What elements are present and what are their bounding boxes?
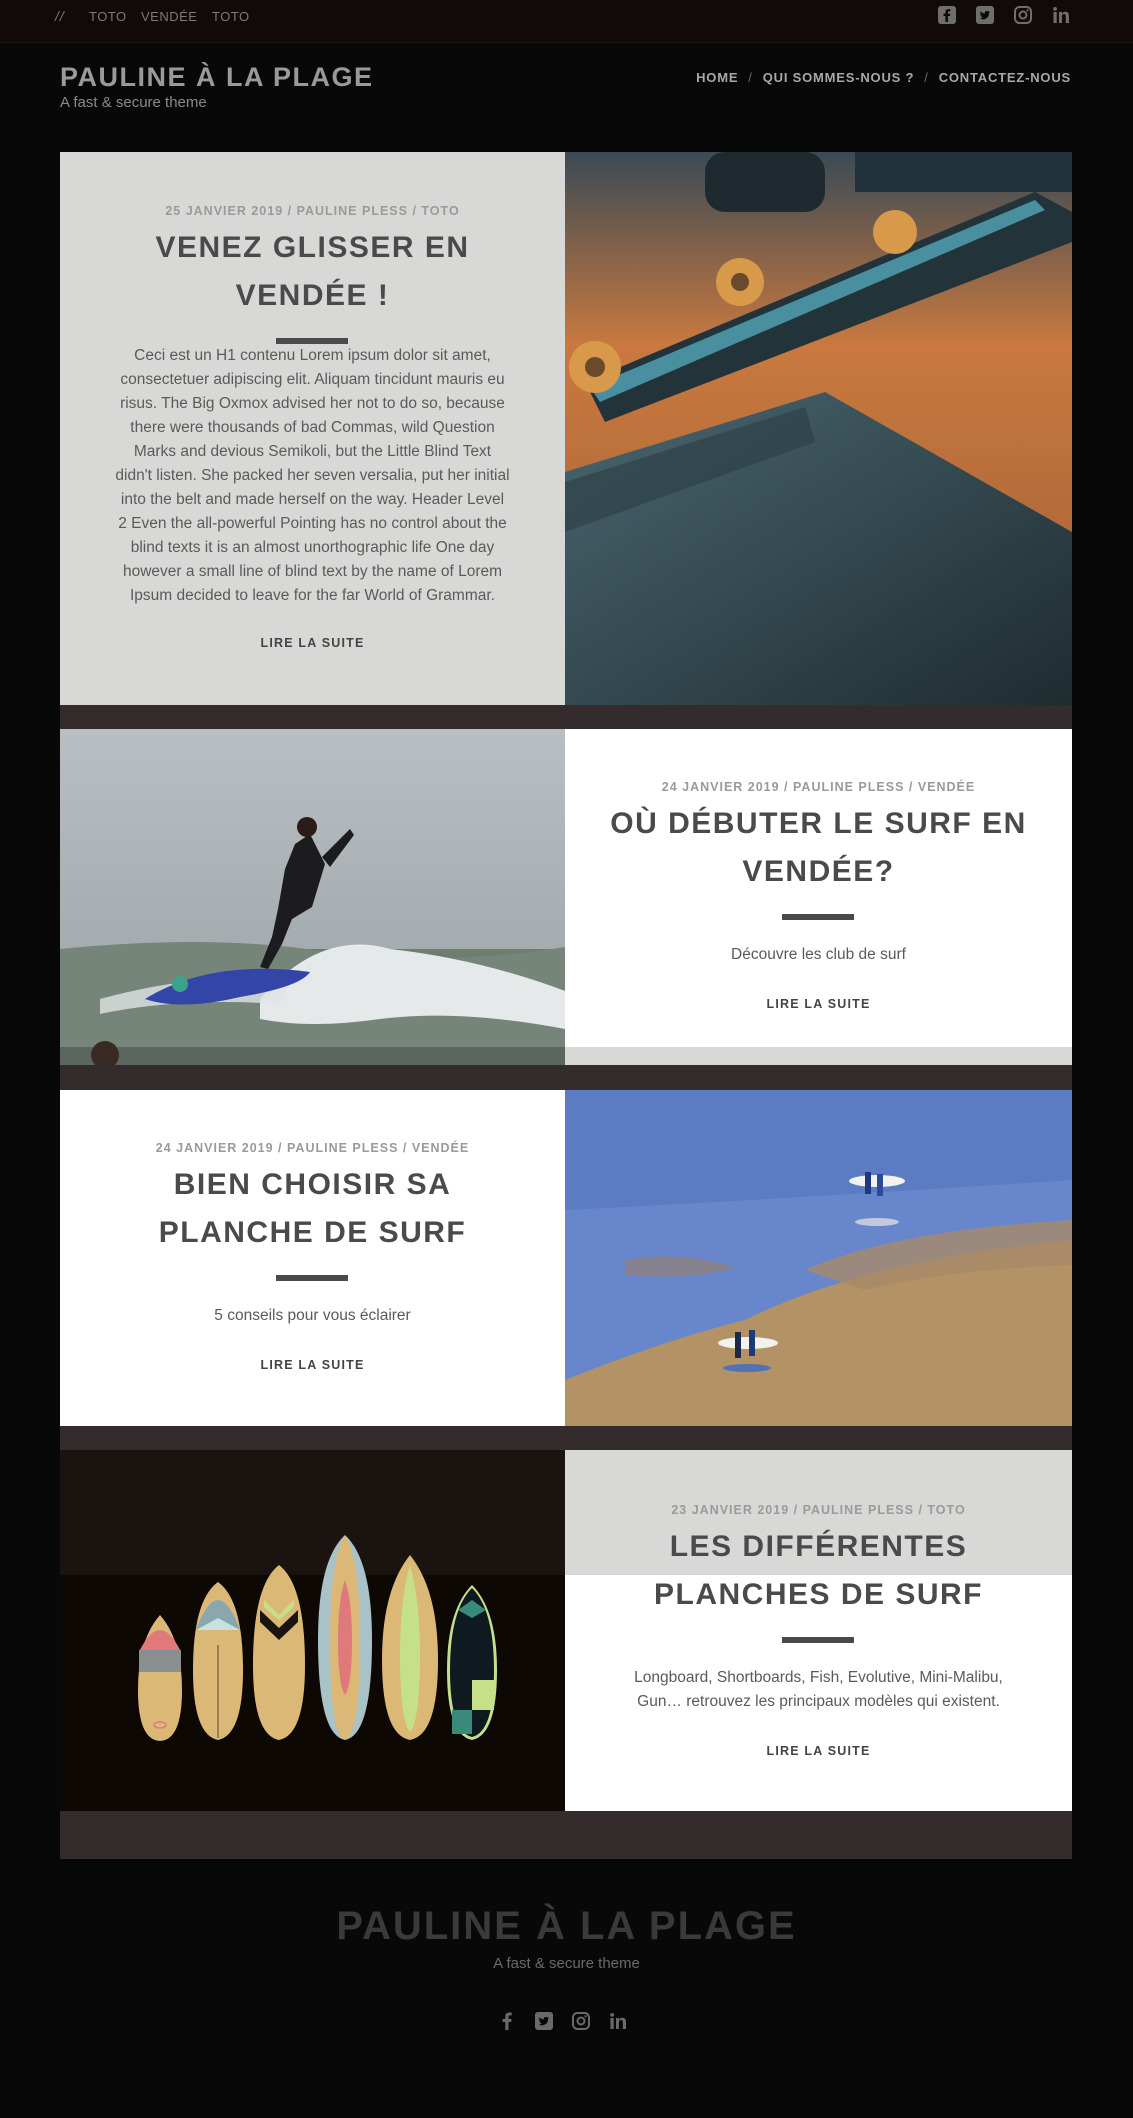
post-text-panel: 24 JANVIER 2019 / PAULINE PLESS / VENDÉE… xyxy=(565,729,1072,1047)
title-divider xyxy=(782,1637,854,1643)
twitter-square-icon[interactable] xyxy=(534,2011,554,2031)
nav-separator: / xyxy=(748,70,753,85)
post-title-line: VENDÉE? xyxy=(742,855,895,888)
post-excerpt: Ceci est un H1 contenu Lorem ipsum dolor… xyxy=(115,347,510,604)
surfboards-illustration[interactable] xyxy=(60,1450,565,1811)
nav-separator: / xyxy=(924,70,929,85)
post-spacer xyxy=(60,1426,1072,1450)
skateboard-photo[interactable] xyxy=(565,152,1072,705)
top-bar: // TOTO VENDÉE TOTO xyxy=(0,0,1133,43)
linkedin-icon[interactable] xyxy=(608,2011,628,2031)
post-spacer xyxy=(60,1811,1072,1859)
post-excerpt-line: Longboard, Shortboards, Fish, Evolutive,… xyxy=(634,1669,1003,1686)
post-excerpt: Longboard, Shortboards, Fish, Evolutive,… xyxy=(565,1666,1072,1714)
post-title[interactable]: VENEZ GLISSER EN VENDÉE ! xyxy=(60,224,565,320)
surfer-photo[interactable] xyxy=(60,729,565,1065)
post-title-line: BIEN CHOISIR SA xyxy=(173,1168,452,1201)
post-title[interactable]: LES DIFFÉRENTES PLANCHES DE SURF xyxy=(565,1523,1072,1619)
read-more-link[interactable]: LIRE LA SUITE xyxy=(60,636,565,650)
site-tagline: A fast & secure theme xyxy=(60,94,207,111)
beach-surfers-photo[interactable] xyxy=(565,1090,1072,1426)
post-title-line: OÙ DÉBUTER LE SURF EN xyxy=(610,807,1027,840)
post-spacer xyxy=(60,705,1072,729)
post-excerpt-line: Gun… retrouvez les principaux modèles qu… xyxy=(637,1693,1000,1710)
top-nav-toto-2[interactable]: TOTO xyxy=(212,9,250,24)
read-more-link[interactable]: LIRE LA SUITE xyxy=(60,1358,565,1372)
footer-social-links xyxy=(497,2011,628,2031)
post-meta: 24 JANVIER 2019 / PAULINE PLESS / VENDÉE xyxy=(155,1141,470,1155)
post-card: 24 JANVIER 2019 / PAULINE PLESS / VENDÉE… xyxy=(60,729,1072,1065)
post-text-panel: 23 JANVIER 2019 / PAULINE PLESS / TOTO L… xyxy=(565,1450,1072,1811)
read-more-link[interactable]: LIRE LA SUITE xyxy=(565,997,1072,1011)
post-title-line: PLANCHE DE SURF xyxy=(158,1216,467,1249)
site-title[interactable]: PAULINE À LA PLAGE xyxy=(60,62,374,93)
top-nav-toto[interactable]: TOTO xyxy=(89,9,127,24)
top-social-links xyxy=(937,5,1071,25)
post-card: 25 JANVIER 2019 / PAULINE PLESS / TOTO V… xyxy=(60,152,1072,705)
post-card: 24 JANVIER 2019 / PAULINE PLESS / VENDÉE… xyxy=(60,1090,1072,1426)
post-excerpt: Découvre les club de surf xyxy=(731,946,906,963)
footer-tagline: A fast & secure theme xyxy=(493,1955,640,1972)
post-text-panel: 25 JANVIER 2019 / PAULINE PLESS / TOTO V… xyxy=(60,152,565,705)
read-more-link[interactable]: LIRE LA SUITE xyxy=(565,1744,1072,1758)
top-nav-vendee[interactable]: VENDÉE xyxy=(141,9,197,24)
nav-qui-sommes-nous[interactable]: QUI SOMMES-NOUS ? xyxy=(763,70,915,85)
post-title[interactable]: BIEN CHOISIR SA PLANCHE DE SURF xyxy=(60,1161,565,1257)
post-card: 23 JANVIER 2019 / PAULINE PLESS / TOTO L… xyxy=(60,1450,1072,1811)
main-nav: HOME / QUI SOMMES-NOUS ? / CONTACTEZ-NOU… xyxy=(696,70,1071,85)
title-divider xyxy=(782,914,854,920)
linkedin-icon[interactable] xyxy=(1051,5,1071,25)
instagram-icon[interactable] xyxy=(571,2011,591,2031)
post-meta: 24 JANVIER 2019 / PAULINE PLESS / VENDÉE xyxy=(661,780,976,794)
top-bar-slashes: // xyxy=(55,8,65,24)
facebook-square-icon[interactable] xyxy=(937,5,957,25)
post-spacer xyxy=(60,1065,1072,1090)
post-excerpt: 5 conseils pour vous éclairer xyxy=(214,1307,411,1324)
post-meta: 25 JANVIER 2019 / PAULINE PLESS / TOTO xyxy=(165,204,460,218)
panel-footer-strip xyxy=(565,1047,1072,1065)
post-title-line: VENEZ GLISSER EN xyxy=(155,231,470,264)
post-title-line: LES DIFFÉRENTES xyxy=(669,1530,968,1563)
post-title[interactable]: OÙ DÉBUTER LE SURF EN VENDÉE? xyxy=(565,800,1072,896)
nav-contactez-nous[interactable]: CONTACTEZ-NOUS xyxy=(939,70,1071,85)
post-title-line: VENDÉE ! xyxy=(235,279,390,312)
post-text-panel: 24 JANVIER 2019 / PAULINE PLESS / VENDÉE… xyxy=(60,1090,565,1426)
footer-site-title[interactable]: PAULINE À LA PLAGE xyxy=(0,1904,1133,1949)
nav-home[interactable]: HOME xyxy=(696,70,738,85)
post-meta: 23 JANVIER 2019 / PAULINE PLESS / TOTO xyxy=(671,1503,966,1517)
twitter-square-icon[interactable] xyxy=(975,5,995,25)
instagram-icon[interactable] xyxy=(1013,5,1033,25)
post-title-line: PLANCHES DE SURF xyxy=(653,1578,984,1611)
facebook-icon[interactable] xyxy=(497,2011,517,2031)
title-divider xyxy=(276,1275,348,1281)
